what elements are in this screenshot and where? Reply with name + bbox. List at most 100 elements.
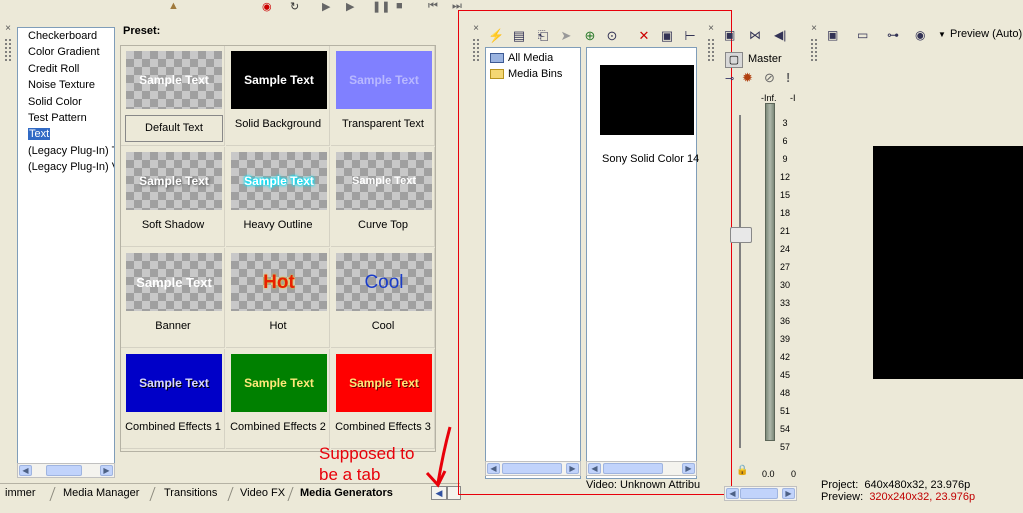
- tab-separator: [227, 487, 234, 501]
- tree-item-all-media[interactable]: All Media: [490, 50, 553, 66]
- preset-transparent-text[interactable]: Sample Text Transparent Text: [331, 46, 435, 146]
- meter-tick-label: 21: [779, 226, 790, 236]
- folder-icon: [490, 69, 504, 79]
- downmix-icon[interactable]: ⋈: [749, 28, 761, 42]
- preview-properties-icon[interactable]: ▣: [827, 28, 838, 42]
- scroll-thumb[interactable]: [46, 465, 82, 476]
- mixer-scrollbar[interactable]: ◀ ▶: [724, 486, 797, 501]
- scroll-left-icon[interactable]: ◀: [726, 488, 739, 499]
- panel-grip[interactable]: ×: [810, 24, 818, 62]
- external-monitor-icon[interactable]: ▭: [857, 28, 868, 42]
- fx-route-icon[interactable]: ⊸: [725, 72, 734, 85]
- generator-list[interactable]: Checkerboard Color Gradient Credit Roll …: [17, 27, 115, 464]
- list-item[interactable]: (Legacy Plug-In) Te: [18, 143, 114, 159]
- dim-output-icon[interactable]: ◀|: [774, 28, 786, 42]
- media-bin-tree[interactable]: All Media Media Bins: [485, 47, 581, 479]
- scroll-thumb[interactable]: [603, 463, 663, 474]
- list-item[interactable]: Noise Texture: [18, 77, 114, 93]
- tab-media-generators[interactable]: Media Generators: [300, 486, 393, 502]
- scroll-right-icon[interactable]: ▶: [566, 463, 579, 474]
- record-icon[interactable]: ◉: [262, 0, 272, 13]
- tree-item-media-bins[interactable]: Media Bins: [490, 66, 562, 82]
- capture-video-icon[interactable]: ▤: [511, 28, 527, 44]
- mixer-title: Master: [748, 53, 782, 65]
- tree-scrollbar[interactable]: ◀ ▶: [485, 461, 581, 476]
- meter-tick-label: 6: [782, 136, 788, 146]
- media-list-scrollbar[interactable]: ◀ ▶: [586, 461, 697, 476]
- preset-grid[interactable]: Sample Text Default Text Sample Text Sol…: [120, 45, 436, 452]
- scroll-thumb[interactable]: [502, 463, 562, 474]
- media-file-label[interactable]: Sony Solid Color 14: [602, 153, 699, 165]
- tab-video-fx[interactable]: Video FX: [240, 486, 285, 502]
- mute-icon[interactable]: ⊘: [764, 70, 775, 86]
- preset-default-text[interactable]: Sample Text Default Text: [121, 46, 225, 146]
- remove-icon[interactable]: ✕: [636, 28, 652, 44]
- preset-banner[interactable]: Sample Text Banner: [121, 248, 225, 348]
- scroll-thumb[interactable]: [740, 488, 778, 499]
- overlays-icon[interactable]: ◉: [915, 28, 925, 42]
- search-media-icon[interactable]: ⊙: [604, 28, 620, 44]
- preset-hot[interactable]: Hot Hot: [226, 248, 330, 348]
- meter-tick-label: 3: [782, 118, 788, 128]
- preset-combined-effects-2[interactable]: Sample Text Combined Effects 2: [226, 349, 330, 449]
- close-icon[interactable]: ×: [5, 23, 11, 34]
- media-thumbnail[interactable]: [600, 65, 694, 135]
- list-item-selected[interactable]: Text: [18, 126, 114, 142]
- import-media-icon[interactable]: ⚡: [488, 28, 504, 44]
- close-icon[interactable]: ×: [811, 23, 817, 34]
- scroll-right-icon[interactable]: ▶: [682, 463, 695, 474]
- views-icon[interactable]: ⊢: [682, 28, 698, 44]
- preview-quality-dropdown[interactable]: Preview (Auto): [950, 28, 1022, 40]
- media-folder-icon: [490, 53, 504, 63]
- pause-icon[interactable]: ❚❚: [372, 0, 390, 13]
- meter-tick-label: 48: [779, 388, 790, 398]
- properties-icon[interactable]: ▣: [659, 28, 675, 44]
- media-status-text: Video: Unknown Attribu: [586, 479, 701, 491]
- meter-tick-label: 33: [779, 298, 790, 308]
- meter-tick-label: 45: [779, 370, 790, 380]
- play-icon[interactable]: ▶: [346, 0, 354, 13]
- list-item[interactable]: (Legacy Plug-In) Vi: [18, 159, 114, 175]
- split-screen-icon[interactable]: ⊶: [887, 28, 899, 42]
- fx-gear-icon[interactable]: ✹: [742, 70, 753, 86]
- list-item[interactable]: Credit Roll: [18, 61, 114, 77]
- previous-frame-icon[interactable]: ⏮: [428, 0, 438, 13]
- timeline-marker-icon[interactable]: ▲: [168, 0, 179, 12]
- panel-grip[interactable]: ×: [4, 24, 12, 62]
- solo-icon[interactable]: !: [786, 70, 790, 85]
- preset-solid-background[interactable]: Sample Text Solid Background: [226, 46, 330, 146]
- list-item[interactable]: Test Pattern: [18, 110, 114, 126]
- list-item[interactable]: Solid Color: [18, 94, 114, 110]
- scroll-right-icon[interactable]: ▶: [782, 488, 795, 499]
- preset-heavy-outline[interactable]: Sample Text Heavy Outline: [226, 147, 330, 247]
- preset-cool[interactable]: Cool Cool: [331, 248, 435, 348]
- tab-trimmer[interactable]: immer: [5, 486, 36, 502]
- play-from-start-icon[interactable]: ▶: [322, 0, 330, 13]
- stop-icon[interactable]: ■: [396, 0, 403, 12]
- volume-fader[interactable]: [730, 227, 752, 243]
- scroll-left-icon[interactable]: ◀: [487, 463, 500, 474]
- preset-thumbnail: Cool: [336, 253, 432, 311]
- preset-name: Combined Effects 2: [230, 421, 326, 433]
- media-fx-icon[interactable]: ⊕: [582, 28, 598, 44]
- list-item[interactable]: Checkerboard: [18, 28, 114, 44]
- tab-media-manager[interactable]: Media Manager: [63, 486, 139, 502]
- list-item[interactable]: Color Gradient: [18, 44, 114, 60]
- scroll-left-icon[interactable]: ◀: [19, 465, 32, 476]
- scroll-left-icon[interactable]: ◀: [588, 463, 601, 474]
- preset-soft-shadow[interactable]: Sample Text Soft Shadow: [121, 147, 225, 247]
- tab-transitions[interactable]: Transitions: [164, 486, 217, 502]
- level-left-label: 0.0: [762, 469, 775, 479]
- bus-icon[interactable]: ▢: [725, 52, 743, 68]
- loop-icon[interactable]: ↻: [290, 0, 299, 13]
- lock-icon[interactable]: 🔒: [736, 465, 748, 476]
- burn-icon[interactable]: ➤: [558, 28, 574, 44]
- mixer-properties-icon[interactable]: ▣: [724, 28, 735, 42]
- generator-list-scrollbar[interactable]: ◀ ▶: [17, 463, 115, 478]
- preset-curve-top[interactable]: Sample Text Curve Top: [331, 147, 435, 247]
- get-media-icon[interactable]: ⎗: [535, 28, 551, 44]
- preset-combined-effects-1[interactable]: Sample Text Combined Effects 1: [121, 349, 225, 449]
- chevron-down-icon[interactable]: ▼: [938, 30, 946, 39]
- preview-info: Preview: 320x240x32, 23.976p: [821, 491, 976, 503]
- scroll-right-icon[interactable]: ▶: [100, 465, 113, 476]
